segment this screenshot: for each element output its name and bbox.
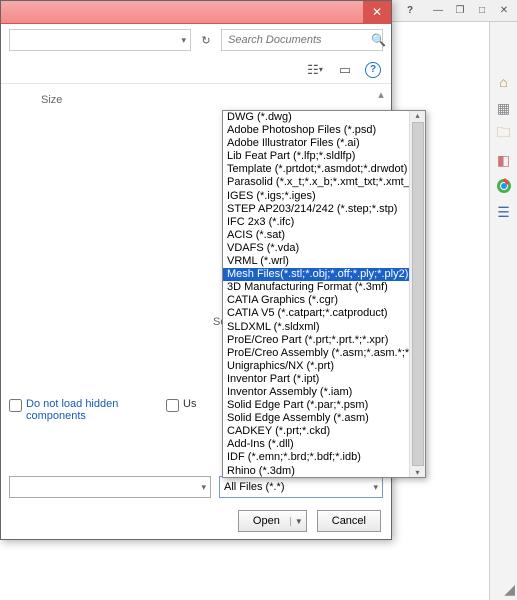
open-label: Open — [253, 515, 280, 527]
checkbox-use-truncated[interactable]: Us — [166, 398, 196, 422]
chevron-down-icon: ▾ — [373, 482, 378, 493]
dialog-titlebar: ✕ — [1, 1, 391, 24]
file-type-option[interactable]: ProE/Creo Part (*.prt;*.prt.*;*.xpr) — [223, 334, 409, 347]
library-icon[interactable]: ▦ — [494, 98, 514, 118]
checkbox-label: Us — [183, 398, 196, 410]
checkbox-label: Do not load hidden components — [26, 398, 136, 422]
location-toolbar: ▾ ↻ 🔍 — [1, 24, 391, 56]
file-type-option[interactable]: 3D Manufacturing Format (*.3mf) — [223, 281, 409, 294]
file-type-dropdown[interactable]: DWG (*.dwg)Adobe Photoshop Files (*.psd)… — [222, 110, 426, 478]
checkbox-no-load-hidden[interactable]: Do not load hidden components — [9, 398, 136, 422]
restore-button[interactable]: ❐ — [451, 3, 469, 19]
file-type-option[interactable]: IFC 2x3 (*.ifc) — [223, 216, 409, 229]
file-type-option[interactable]: Rhino (*.3dm) — [223, 465, 409, 477]
file-type-option[interactable]: Add-Ins (*.dll) — [223, 438, 409, 451]
file-type-option[interactable]: VDAFS (*.vda) — [223, 242, 409, 255]
checkbox-input[interactable] — [166, 399, 179, 412]
chevron-down-icon: ▾ — [201, 482, 206, 493]
scroll-up-icon[interactable]: ▴ — [378, 88, 384, 101]
right-task-pane: ⌂ ▦ 🗀 ◧ ☰ — [489, 22, 517, 600]
cancel-label: Cancel — [332, 515, 366, 527]
minimize-button[interactable]: — — [429, 3, 447, 19]
file-type-option[interactable]: ACIS (*.sat) — [223, 229, 409, 242]
view-mode-button[interactable]: ☷ ▾ — [305, 61, 325, 79]
home-icon[interactable]: ⌂ — [494, 72, 514, 92]
file-type-option[interactable]: CATIA Graphics (*.cgr) — [223, 294, 409, 307]
file-type-option[interactable]: IDF (*.emn;*.brd;*.bdf;*.idb) — [223, 451, 409, 464]
file-type-option[interactable]: Template (*.prtdot;*.asmdot;*.drwdot) — [223, 163, 409, 176]
search-box[interactable]: 🔍 — [221, 29, 383, 51]
file-type-option[interactable]: Adobe Photoshop Files (*.psd) — [223, 124, 409, 137]
file-type-option[interactable]: Adobe Illustrator Files (*.ai) — [223, 137, 409, 150]
file-type-option[interactable]: Lib Feat Part (*.lfp;*.sldlfp) — [223, 150, 409, 163]
file-type-option[interactable]: Inventor Assembly (*.iam) — [223, 386, 409, 399]
maximize-button[interactable]: □ — [473, 3, 491, 19]
filter-value: All Files (*.*) — [224, 481, 285, 493]
open-dropdown-icon[interactable]: ▼ — [290, 517, 303, 526]
location-combo[interactable]: ▾ — [9, 29, 191, 51]
refresh-button[interactable]: ↻ — [197, 34, 215, 47]
help-button[interactable]: ? — [365, 62, 381, 78]
view-icon[interactable]: ◧ — [494, 150, 514, 170]
chrome-icon[interactable] — [494, 176, 514, 196]
scrollbar-thumb[interactable] — [412, 122, 424, 466]
close-button[interactable]: ✕ — [495, 3, 513, 19]
list-icon[interactable]: ☰ — [494, 202, 514, 222]
open-button[interactable]: Open ▼ — [238, 510, 307, 532]
search-icon: 🔍 — [371, 33, 386, 47]
file-type-option[interactable]: CATIA V5 (*.catpart;*.catproduct) — [223, 307, 409, 320]
checkbox-input[interactable] — [9, 399, 22, 412]
filename-combo[interactable]: ▾ — [9, 476, 211, 498]
button-row: Open ▼ Cancel — [1, 502, 391, 540]
scroll-up-icon[interactable]: ▴ — [415, 111, 419, 120]
resize-grip-icon[interactable]: ◢ — [504, 581, 515, 598]
file-type-option[interactable]: Parasolid (*.x_t;*.x_b;*.xmt_txt;*.xmt_b… — [223, 176, 409, 189]
cancel-button[interactable]: Cancel — [317, 510, 381, 532]
view-toolbar: ☷ ▾ ▭ ? — [1, 56, 391, 84]
file-type-option[interactable]: Mesh Files(*.stl;*.obj;*.off;*.ply;*.ply… — [223, 268, 409, 281]
file-type-option[interactable]: Unigraphics/NX (*.prt) — [223, 360, 409, 373]
file-type-list: DWG (*.dwg)Adobe Photoshop Files (*.psd)… — [223, 111, 409, 477]
file-type-filter[interactable]: All Files (*.*) ▾ — [219, 476, 383, 498]
preview-pane-button[interactable]: ▭ — [335, 61, 355, 79]
folder-icon[interactable]: 🗀 — [494, 124, 514, 144]
dialog-close-button[interactable]: ✕ — [363, 1, 391, 23]
dropdown-scrollbar[interactable]: ▴ ▾ — [409, 111, 425, 477]
help-icon[interactable]: ? — [401, 3, 419, 19]
file-type-option[interactable]: SLDXML (*.sldxml) — [223, 321, 409, 334]
file-type-option[interactable]: Inventor Part (*.ipt) — [223, 373, 409, 386]
file-type-option[interactable]: Solid Edge Part (*.par;*.psm) — [223, 399, 409, 412]
file-type-option[interactable]: VRML (*.wrl) — [223, 255, 409, 268]
file-type-option[interactable]: DWG (*.dwg) — [223, 111, 409, 124]
file-type-option[interactable]: STEP AP203/214/242 (*.step;*.stp) — [223, 203, 409, 216]
file-type-option[interactable]: ProE/Creo Assembly (*.asm;*.asm.*;*.xas) — [223, 347, 409, 360]
chevron-down-icon: ▾ — [181, 35, 186, 46]
file-type-option[interactable]: CADKEY (*.prt;*.ckd) — [223, 425, 409, 438]
search-input[interactable] — [228, 34, 371, 46]
file-type-option[interactable]: IGES (*.igs;*.iges) — [223, 190, 409, 203]
scroll-down-icon[interactable]: ▾ — [415, 468, 419, 477]
file-type-option[interactable]: Solid Edge Assembly (*.asm) — [223, 412, 409, 425]
column-header-size[interactable]: Size — [41, 94, 62, 106]
